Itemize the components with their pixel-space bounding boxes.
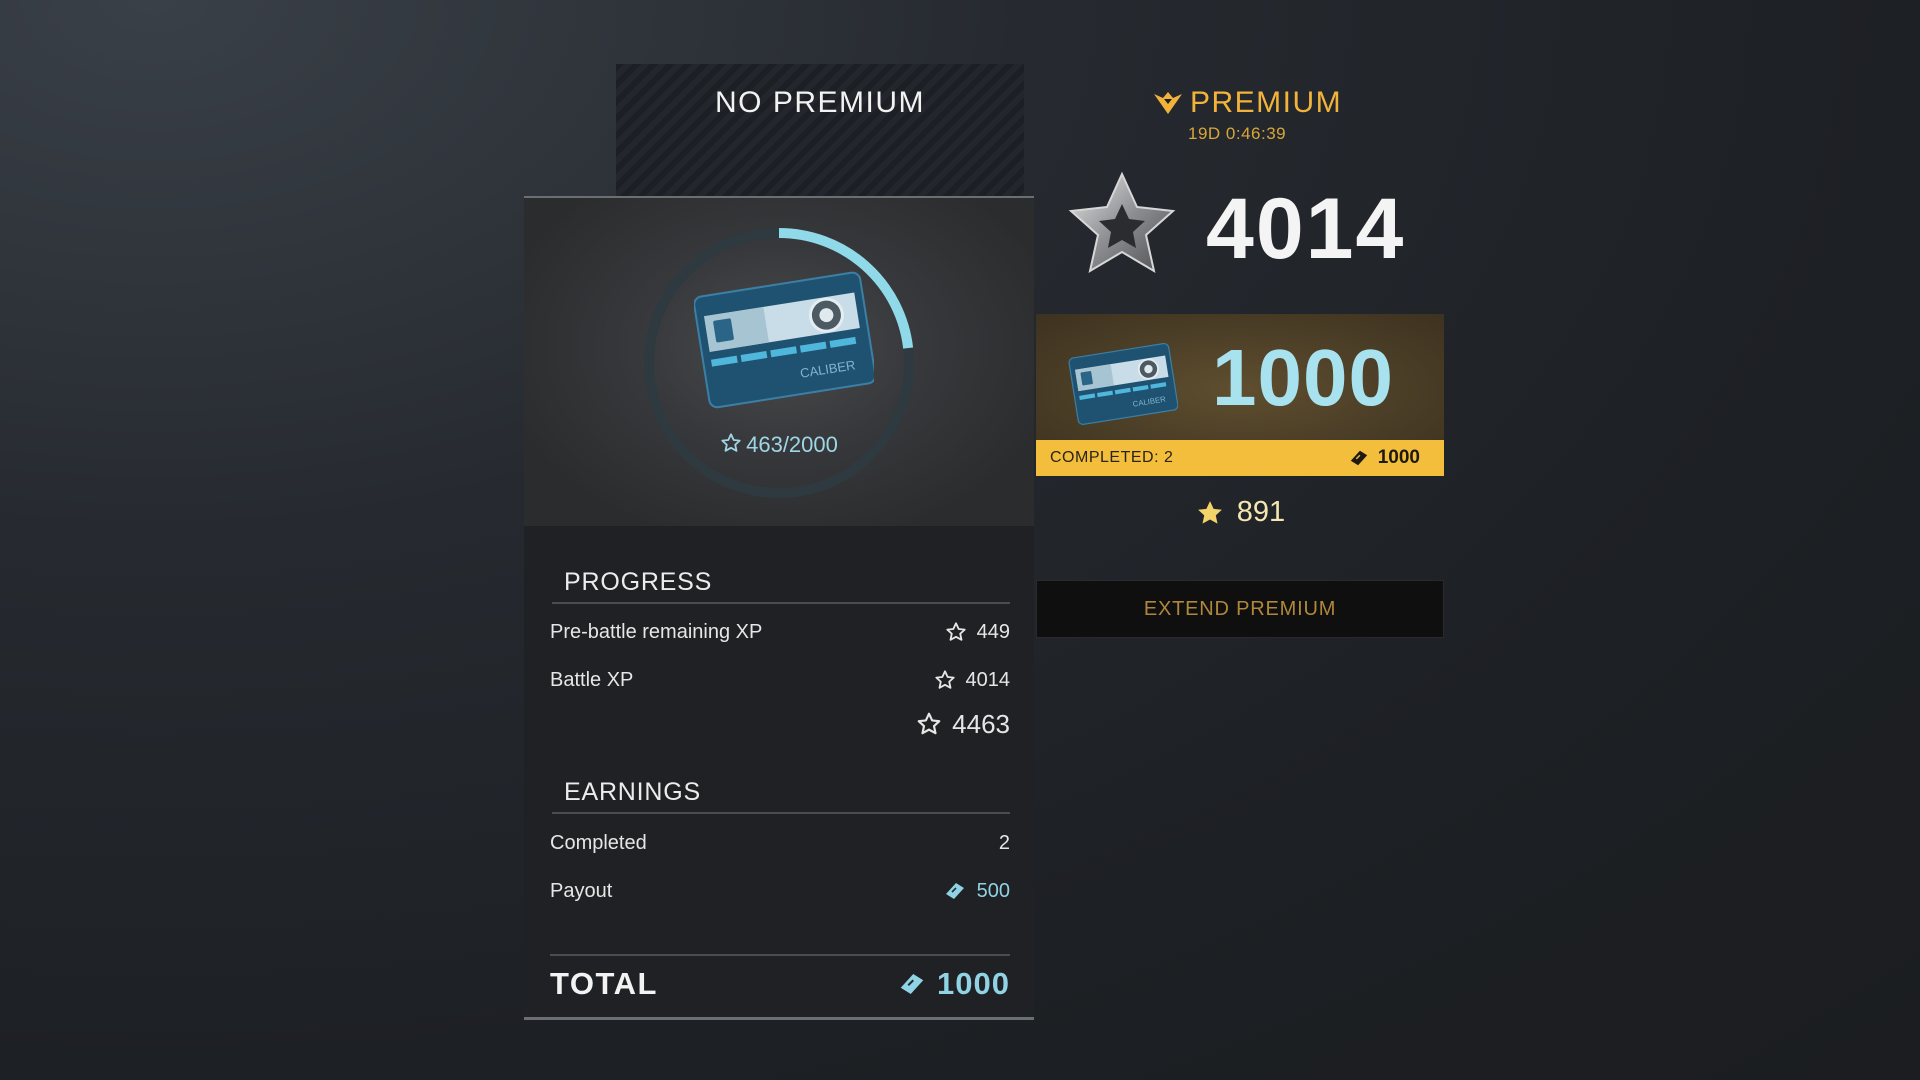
completed-value: 2 <box>998 831 1010 854</box>
battle-xp-row: Battle XP 4014 <box>550 664 1010 696</box>
battle-xp-label: Battle XP <box>550 668 634 691</box>
premium-reward-box: CALIBER 1000 <box>1036 314 1444 440</box>
card-progress-value: 463/2000 <box>524 432 1034 458</box>
premium-xp-value: 4014 <box>1206 181 1406 277</box>
premium-stars: 891 <box>1036 496 1444 529</box>
card-progress-hero: CALIBER 463/2000 <box>524 198 1034 526</box>
no-premium-panel: CALIBER 463/2000 PROGRESS Pre-battle rem… <box>524 196 1034 1020</box>
premium-title: PREMIUM <box>1152 86 1342 120</box>
token-icon <box>945 883 964 899</box>
premium-completed-bar: COMPLETED: 2 1000 <box>1036 440 1444 476</box>
pre-battle-xp-row: Pre-battle remaining XP 449 <box>550 616 1010 648</box>
premium-completed-reward: 1000 <box>1348 447 1420 469</box>
earnings-section-title: EARNINGS <box>564 778 701 806</box>
token-icon <box>1350 450 1367 466</box>
star-outline-icon <box>917 712 941 735</box>
payout-row: Payout 500 <box>550 874 1010 908</box>
premium-completed-text: COMPLETED: 2 <box>1050 449 1174 466</box>
star-outline-icon <box>934 670 955 689</box>
earnings-divider <box>552 812 1010 814</box>
extend-premium-button[interactable]: EXTEND PREMIUM <box>1036 580 1444 638</box>
pre-battle-xp-value: 449 <box>945 621 1010 644</box>
premium-reward-amount: 1000 <box>1212 333 1394 422</box>
caliber-card-icon: CALIBER <box>694 271 874 409</box>
star-outline-icon <box>721 433 741 452</box>
progress-sum-row: 4463 <box>550 704 1010 744</box>
completed-row: Completed 2 <box>550 826 1010 860</box>
completed-label: Completed <box>550 831 647 854</box>
xp-star-badge-icon <box>1068 171 1176 274</box>
pre-battle-xp-label: Pre-battle remaining XP <box>550 620 763 643</box>
star-outline-icon <box>946 622 966 641</box>
progress-section-title: PROGRESS <box>564 568 713 596</box>
battle-xp-value: 4014 <box>934 669 1010 692</box>
card-progress-label: 463/2000 <box>746 432 838 457</box>
no-premium-header: NO PREMIUM <box>616 64 1024 198</box>
payout-value: 500 <box>943 880 1010 903</box>
progress-divider <box>552 602 1010 604</box>
token-icon <box>900 974 924 994</box>
progress-sum-value: 4463 <box>916 709 1010 740</box>
total-row: TOTAL 1000 <box>550 966 1010 1002</box>
no-premium-title: NO PREMIUM <box>715 86 925 119</box>
premium-wings-icon <box>1154 92 1182 114</box>
caliber-card-icon: CALIBER <box>1068 342 1178 425</box>
payout-label: Payout <box>550 879 613 902</box>
total-label: TOTAL <box>550 966 658 1001</box>
star-filled-icon <box>1197 500 1222 524</box>
total-divider <box>550 954 1010 956</box>
premium-timer: 19D 0:46:39 <box>1188 124 1287 143</box>
total-value: 1000 <box>897 966 1010 1002</box>
